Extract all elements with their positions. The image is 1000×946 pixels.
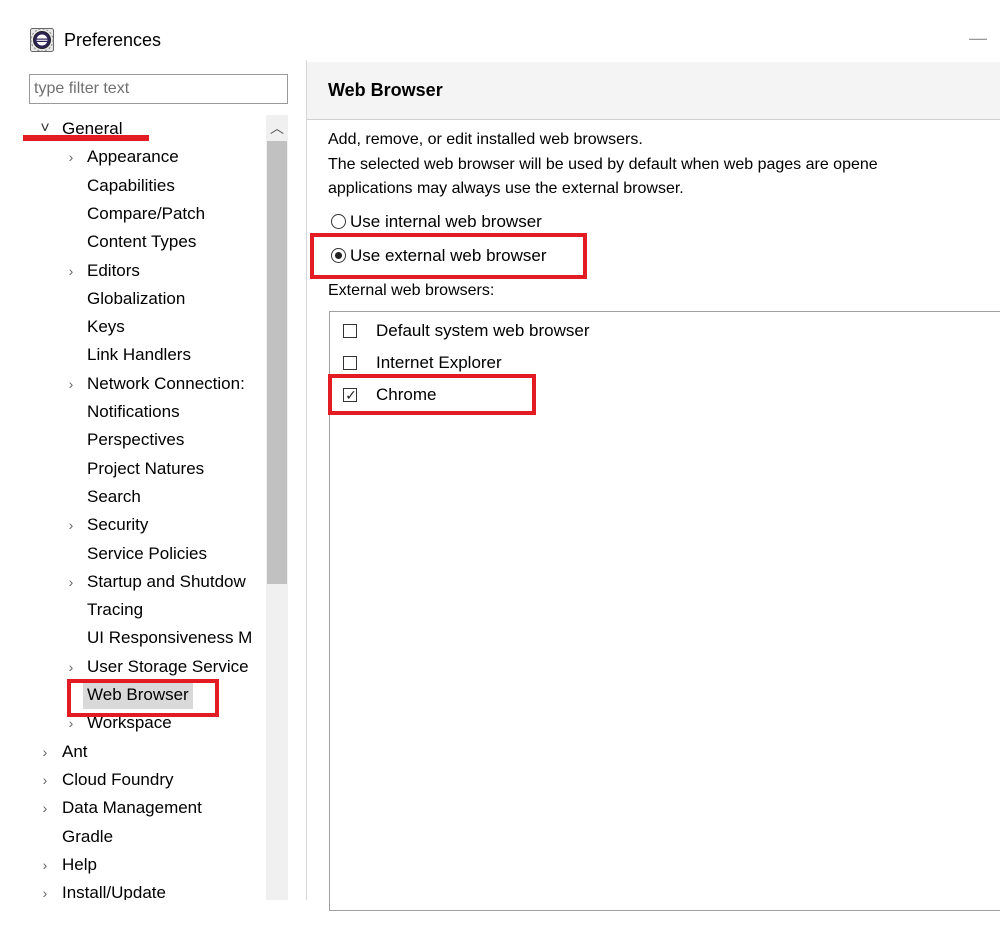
tree-scrollbar-thumb[interactable] bbox=[267, 141, 287, 584]
tree-item[interactable]: Search bbox=[24, 483, 266, 511]
page-description-line: The selected web browser will be used by… bbox=[328, 156, 878, 173]
chevron-right-icon[interactable]: › bbox=[64, 143, 78, 171]
tree-item-label: User Storage Service bbox=[87, 657, 249, 676]
tree-item-label: Service Policies bbox=[87, 544, 207, 563]
tree-item[interactable]: › Security bbox=[24, 511, 266, 539]
tree-item-label: Keys bbox=[87, 317, 125, 336]
tree-item[interactable]: Compare/Patch bbox=[24, 200, 266, 228]
tree-item[interactable]: Service Policies bbox=[24, 540, 266, 568]
radio-label: Use internal web browser bbox=[350, 212, 542, 231]
tree-item-label: Install/Update bbox=[62, 883, 166, 900]
tree-item[interactable]: Link Handlers bbox=[24, 341, 266, 369]
annotation-box-web-browser bbox=[67, 679, 219, 717]
tree-item-label: Gradle bbox=[62, 827, 114, 846]
tree-item-label: Tracing bbox=[87, 600, 144, 619]
browser-label: Internet Explorer bbox=[376, 353, 502, 372]
tree-item[interactable]: › Help bbox=[24, 851, 266, 879]
tree-item[interactable]: Project Natures bbox=[24, 455, 266, 483]
radio-unselected-icon bbox=[331, 214, 346, 229]
tree-item[interactable]: › Install/Update bbox=[24, 879, 266, 900]
filter-input[interactable] bbox=[29, 74, 288, 104]
tree-item-label: Search bbox=[87, 487, 141, 506]
tree-item[interactable]: Globalization bbox=[24, 285, 266, 313]
tree-item-label: Ant bbox=[62, 742, 88, 761]
tree-item[interactable]: Notifications bbox=[24, 398, 266, 426]
tree-item-label: Network Connection: bbox=[87, 374, 245, 393]
page-description-line: Add, remove, or edit installed web brows… bbox=[328, 131, 643, 148]
checkbox-unchecked-icon bbox=[343, 356, 357, 370]
tree-item[interactable]: › Editors bbox=[24, 257, 266, 285]
tree-item-label: Link Handlers bbox=[87, 345, 191, 364]
tree-item-label: Compare/Patch bbox=[87, 204, 206, 223]
preference-tree: ˅ General › Appearance Capabilities Compare/P… bbox=[24, 115, 266, 900]
chevron-right-icon[interactable]: › bbox=[38, 738, 52, 766]
checkbox-unchecked-icon bbox=[343, 324, 357, 338]
scroll-up-icon[interactable]: ︿ bbox=[266, 115, 288, 141]
tree-item[interactable]: Tracing bbox=[24, 596, 266, 624]
tree-item[interactable]: › Network Connection: bbox=[24, 370, 266, 398]
tree-item-label: Perspectives bbox=[87, 430, 185, 449]
tree-item-label: Startup and Shutdow bbox=[87, 572, 246, 591]
chevron-right-icon[interactable]: › bbox=[64, 511, 78, 539]
tree-item[interactable]: Perspectives bbox=[24, 426, 266, 454]
tree-item[interactable]: › Ant bbox=[24, 738, 266, 766]
tree-item[interactable]: UI Responsiveness M bbox=[24, 624, 266, 652]
tree-item-label: Security bbox=[87, 515, 149, 534]
annotation-underline bbox=[23, 135, 149, 141]
chevron-right-icon[interactable]: › bbox=[64, 653, 78, 681]
annotation-box-external-radio bbox=[310, 233, 587, 279]
minimize-button[interactable]: — bbox=[968, 25, 988, 51]
chevron-right-icon[interactable]: › bbox=[38, 851, 52, 879]
tree-item[interactable]: › Cloud Foundry bbox=[24, 766, 266, 794]
tree-item-label: Globalization bbox=[87, 289, 186, 308]
tree-item-label: Capabilities bbox=[87, 176, 175, 195]
tree-item-label: UI Responsiveness M bbox=[87, 628, 253, 647]
eclipse-icon bbox=[30, 28, 54, 52]
tree-item[interactable]: › Startup and Shutdow bbox=[24, 568, 266, 596]
tree-item-label: Help bbox=[62, 855, 97, 874]
tree-item[interactable]: › Data Management bbox=[24, 794, 266, 822]
chevron-right-icon[interactable]: › bbox=[38, 879, 52, 900]
chevron-right-icon[interactable]: › bbox=[64, 257, 78, 285]
tree-item-label: Appearance bbox=[87, 147, 179, 166]
tree-item-label: Editors bbox=[87, 261, 140, 280]
pane-divider[interactable] bbox=[306, 60, 307, 900]
chevron-right-icon[interactable]: › bbox=[64, 370, 78, 398]
window-title: Preferences bbox=[64, 30, 162, 50]
tree-item[interactable]: Capabilities bbox=[24, 172, 266, 200]
page-description-line: applications may always use the external… bbox=[328, 180, 684, 197]
tree-item-label: Data Management bbox=[62, 798, 202, 817]
tree-item[interactable]: Keys bbox=[24, 313, 266, 341]
external-browsers-label: External web browsers: bbox=[328, 282, 495, 299]
tree-item-label: Notifications bbox=[87, 402, 180, 421]
tree-item-label: Project Natures bbox=[87, 459, 205, 478]
tree-item[interactable]: › User Storage Service bbox=[24, 653, 266, 681]
tree-item[interactable]: › Appearance bbox=[24, 143, 266, 171]
use-internal-browser-radio[interactable]: Use internal web browser bbox=[331, 209, 631, 235]
annotation-box-chrome bbox=[328, 374, 536, 415]
tree-item-label: Content Types bbox=[87, 232, 197, 251]
page-title: Web Browser bbox=[328, 80, 443, 100]
browser-label: Default system web browser bbox=[376, 321, 590, 340]
tree-item[interactable]: Content Types bbox=[24, 228, 266, 256]
tree-item-label: Cloud Foundry bbox=[62, 770, 174, 789]
chevron-right-icon[interactable]: › bbox=[38, 794, 52, 822]
tree-item[interactable]: Gradle bbox=[24, 823, 266, 851]
chevron-right-icon[interactable]: › bbox=[64, 568, 78, 596]
chevron-right-icon[interactable]: › bbox=[38, 766, 52, 794]
